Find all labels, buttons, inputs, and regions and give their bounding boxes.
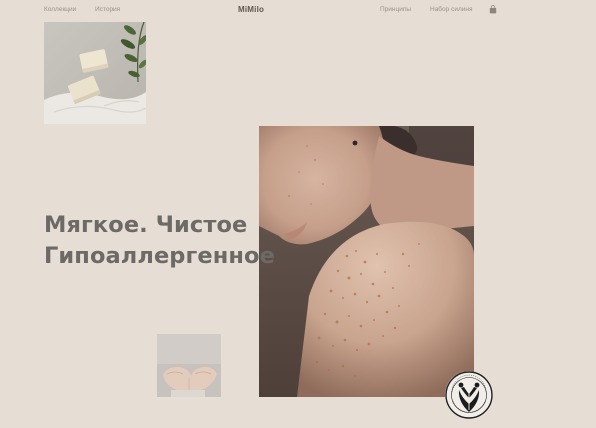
brand-logo[interactable]: MiMilo bbox=[238, 5, 264, 14]
nav-history-link[interactable]: История bbox=[95, 6, 120, 13]
shoulder-portrait-photo bbox=[259, 126, 474, 397]
nav-set-link[interactable]: Набор силиня bbox=[430, 6, 472, 13]
soap-bars-photo bbox=[44, 22, 146, 124]
shopping-bag-icon[interactable] bbox=[489, 5, 497, 14]
nav-collections-link[interactable]: Коллекции bbox=[44, 6, 76, 13]
nav-principles-link[interactable]: Принципы bbox=[380, 6, 411, 13]
hero-headline-line2: Гипоаллергенное bbox=[44, 243, 275, 269]
open-hands-photo bbox=[157, 334, 221, 397]
hero-headline-line1: Мягкое. Чистое bbox=[44, 212, 248, 238]
certification-seal-icon[interactable] bbox=[444, 370, 494, 420]
